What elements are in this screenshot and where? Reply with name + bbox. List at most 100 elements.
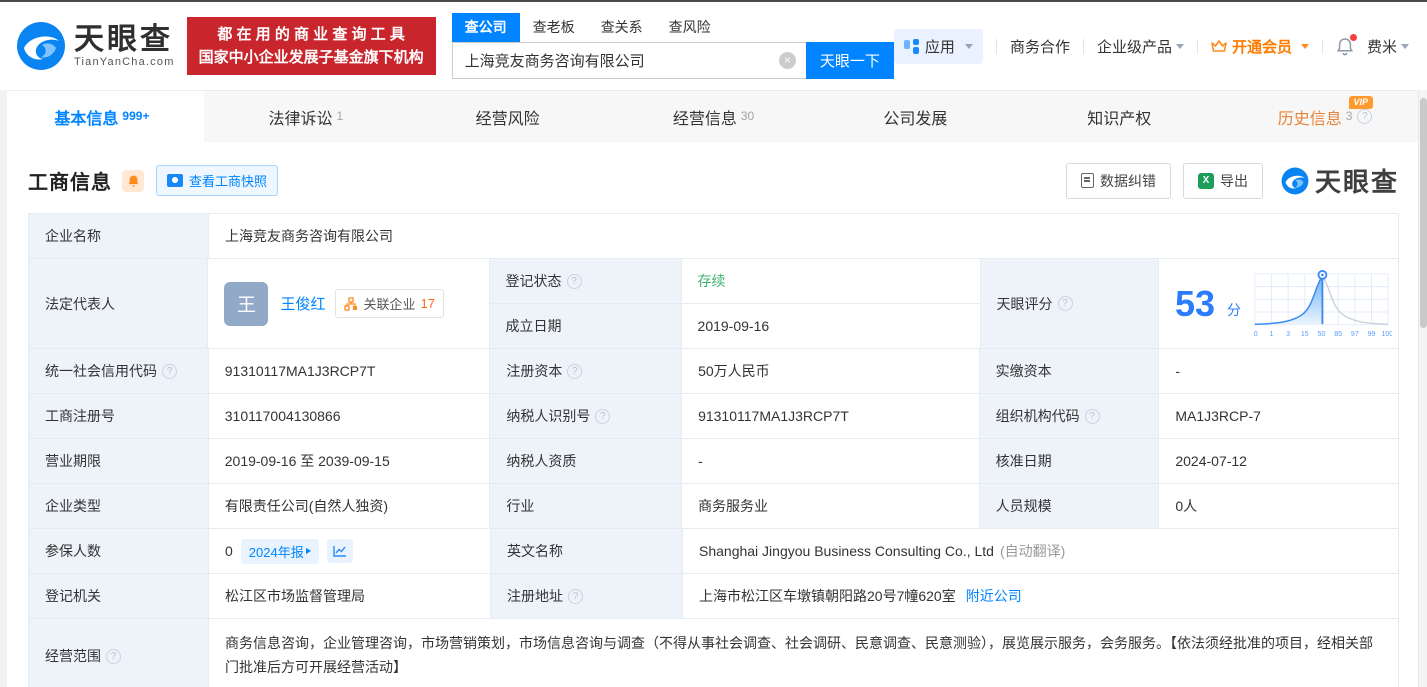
notifications-bell[interactable] bbox=[1336, 37, 1354, 56]
tab-company-development[interactable]: 公司发展 bbox=[815, 91, 1019, 142]
trend-chart-button[interactable] bbox=[327, 539, 353, 563]
snapshot-button[interactable]: 查看工商快照 bbox=[156, 165, 278, 196]
auto-translate-note: (自动翻译) bbox=[1000, 541, 1065, 561]
english-name-cell: Shanghai Jingyou Business Consulting Co.… bbox=[683, 529, 1398, 573]
slogan-line2: 国家中小企业发展子基金旗下机构 bbox=[199, 46, 424, 69]
score-cell: 53 分 bbox=[1159, 259, 1398, 348]
founded-date-value: 2019-09-16 bbox=[682, 304, 980, 348]
help-icon[interactable] bbox=[1058, 296, 1073, 311]
staff-size-label: 人员规模 bbox=[980, 484, 1160, 528]
business-term-value: 2019-09-16 至 2039-09-15 bbox=[209, 439, 491, 483]
score-distribution-chart: 0 1 3 15 50 85 97 99 100 bbox=[1251, 264, 1392, 344]
registration-authority-value: 松江区市场监督管理局 bbox=[209, 574, 491, 618]
help-icon[interactable] bbox=[567, 274, 582, 289]
legal-rep-cell: 王 王俊红 关联企业 17 bbox=[208, 259, 489, 348]
help-icon[interactable] bbox=[1357, 109, 1372, 124]
reg-capital-value: 50万人民币 bbox=[682, 349, 980, 393]
company-type-label: 企业类型 bbox=[29, 484, 209, 528]
taxpayer-id-label: 纳税人识别号 bbox=[490, 394, 682, 438]
business-info-header: 工商信息 查看工商快照 数据纠错 导出 天眼查 bbox=[28, 162, 1399, 199]
reg-status-label: 登记状态 bbox=[490, 259, 682, 303]
industry-value: 商务服务业 bbox=[682, 484, 980, 528]
legal-rep-link[interactable]: 王俊红 bbox=[280, 293, 325, 314]
svg-text:3: 3 bbox=[1286, 330, 1290, 337]
insured-count-value: 0 bbox=[225, 543, 233, 559]
search-tab-relation[interactable]: 查关系 bbox=[588, 13, 656, 42]
scrollbar-thumb[interactable] bbox=[1420, 98, 1427, 328]
data-correction-button[interactable]: 数据纠错 bbox=[1066, 163, 1171, 199]
search-tab-company[interactable]: 查公司 bbox=[452, 13, 520, 42]
search-input[interactable] bbox=[452, 42, 806, 79]
english-name-value: Shanghai Jingyou Business Consulting Co.… bbox=[699, 543, 994, 559]
org-code-value: MA1J3RCP-7 bbox=[1159, 394, 1398, 438]
nav-business-coop[interactable]: 商务合作 bbox=[1010, 36, 1070, 57]
username: 费米 bbox=[1367, 36, 1397, 57]
tab-intellectual-property[interactable]: 知识产权 bbox=[1019, 91, 1223, 142]
uscc-label: 统一社会信用代码 bbox=[29, 349, 209, 393]
annual-report-link[interactable]: 2024年报 bbox=[241, 539, 319, 564]
document-edit-icon bbox=[1081, 173, 1094, 188]
watermark-logo: 天眼查 bbox=[1281, 162, 1399, 199]
export-button[interactable]: 导出 bbox=[1183, 163, 1263, 199]
chevron-down-icon bbox=[965, 44, 973, 49]
tianyancha-swirl-icon bbox=[16, 21, 66, 71]
business-scope-value: 商务信息咨询，企业管理咨询，市场营销策划，市场信息咨询与调查（不得从事社会调查、… bbox=[209, 619, 1398, 687]
help-icon[interactable] bbox=[1085, 409, 1100, 424]
tab-basic-info[interactable]: 基本信息 999+ bbox=[0, 91, 204, 142]
divider bbox=[1083, 39, 1084, 54]
org-network-icon bbox=[344, 297, 358, 311]
chevron-down-icon bbox=[1301, 44, 1309, 49]
clear-icon[interactable] bbox=[779, 52, 796, 69]
search-area: 查公司 查老板 查关系 查风险 天眼一下 bbox=[452, 13, 894, 79]
founded-date-label: 成立日期 bbox=[490, 304, 682, 348]
apps-menu[interactable]: 应用 bbox=[894, 29, 983, 64]
tab-history-info[interactable]: VIP 历史信息 3 bbox=[1223, 91, 1427, 142]
approval-date-value: 2024-07-12 bbox=[1159, 439, 1398, 483]
slogan-line1: 都 在 用 的 商 业 查 询 工 具 bbox=[199, 23, 424, 46]
help-icon[interactable] bbox=[568, 589, 583, 604]
business-info-table: 企业名称 上海竞友商务咨询有限公司 法定代表人 王 王俊红 关联企业 17 bbox=[28, 213, 1399, 687]
chevron-down-icon bbox=[1401, 44, 1409, 49]
tianyancha-swirl-icon bbox=[1281, 167, 1309, 195]
svg-text:0: 0 bbox=[1254, 330, 1258, 337]
svg-text:15: 15 bbox=[1301, 330, 1309, 337]
company-nav-tabs: 基本信息 999+ 法律诉讼 1 经营风险 经营信息 30 公司发展 知识产权 … bbox=[0, 90, 1427, 142]
nearby-companies-link[interactable]: 附近公司 bbox=[966, 586, 1022, 606]
score-label: 天眼评分 bbox=[980, 259, 1159, 348]
approval-date-label: 核准日期 bbox=[980, 439, 1160, 483]
table-row: 登记机关 松江区市场监督管理局 注册地址 上海市松江区车墩镇朝阳路20号7幢62… bbox=[29, 574, 1398, 619]
score-unit: 分 bbox=[1227, 300, 1241, 320]
help-icon[interactable] bbox=[162, 364, 177, 379]
tab-operation-risk[interactable]: 经营风险 bbox=[408, 91, 612, 142]
search-tab-risk[interactable]: 查风险 bbox=[656, 13, 724, 42]
bell-icon bbox=[127, 174, 140, 188]
table-row: 企业类型 有限责任公司(自然人独资) 行业 商务服务业 人员规模 0人 bbox=[29, 484, 1398, 529]
nav-open-vip[interactable]: 开通会员 bbox=[1211, 36, 1309, 57]
left-gutter bbox=[0, 90, 7, 687]
tab-legal-litigation[interactable]: 法律诉讼 1 bbox=[204, 91, 408, 142]
nav-enterprise-products[interactable]: 企业级产品 bbox=[1097, 36, 1184, 57]
company-type-value: 有限责任公司(自然人独资) bbox=[209, 484, 491, 528]
business-scope-label: 经营范围 bbox=[29, 619, 209, 687]
user-menu[interactable]: 费米 bbox=[1367, 36, 1409, 57]
svg-text:50: 50 bbox=[1318, 330, 1326, 337]
header-nav: 应用 商务合作 企业级产品 开通会员 费米 bbox=[894, 29, 1409, 64]
related-companies-badge[interactable]: 关联企业 17 bbox=[335, 289, 443, 318]
help-icon[interactable] bbox=[595, 409, 610, 424]
tianyancha-logo[interactable]: 天眼查 TianYanCha.com bbox=[16, 21, 175, 71]
help-icon[interactable] bbox=[567, 364, 582, 379]
monitor-bell-button[interactable] bbox=[122, 170, 144, 192]
search-button[interactable]: 天眼一下 bbox=[806, 42, 894, 79]
search-tab-boss[interactable]: 查老板 bbox=[520, 13, 588, 42]
tab-operation-info[interactable]: 经营信息 30 bbox=[612, 91, 816, 142]
table-row: 成立日期 2019-09-16 bbox=[490, 304, 980, 348]
reg-number-value: 310117004130866 bbox=[209, 394, 491, 438]
scrollbar[interactable] bbox=[1418, 90, 1427, 687]
divider bbox=[996, 39, 997, 54]
arrow-right-icon bbox=[306, 548, 311, 554]
avatar[interactable]: 王 bbox=[224, 282, 268, 326]
apps-grid-icon bbox=[904, 39, 919, 54]
header: 天眼查 TianYanCha.com 都 在 用 的 商 业 查 询 工 具 国… bbox=[0, 2, 1427, 90]
svg-text:99: 99 bbox=[1368, 330, 1376, 337]
help-icon[interactable] bbox=[106, 649, 121, 664]
